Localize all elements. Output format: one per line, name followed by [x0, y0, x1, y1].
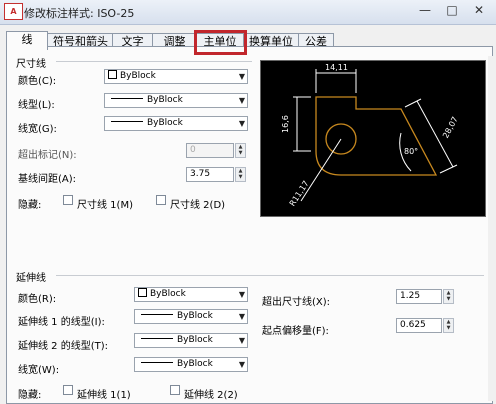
ext-linetype2-label: 延伸线 2 的线型(T):	[18, 341, 108, 352]
ext-color-label: 颜色(R):	[18, 294, 57, 305]
line-sample	[141, 362, 173, 363]
ext-linetype2-value: ByBlock	[177, 335, 213, 345]
extend-beyond-input[interactable]: 1.25	[396, 289, 442, 304]
chevron-down-icon: ▼	[238, 119, 245, 128]
dimension-lines	[293, 69, 458, 202]
extend-ticks-input[interactable]: 0	[186, 143, 234, 158]
ext-lines-group-title: 延伸线	[16, 273, 46, 284]
suppress-dim-line-2-checkbox[interactable]	[156, 195, 166, 205]
window-title: 修改标注样式: ISO-25	[24, 7, 135, 20]
dim-color-value: ByBlock	[120, 71, 156, 81]
suppress-dim-line-1-checkbox[interactable]	[63, 195, 73, 205]
suppress-ext-line-1-label: 延伸线 1(1)	[77, 390, 131, 401]
dim-suppress-label: 隐藏:	[18, 200, 42, 211]
suppress-dim-line-1-label: 尺寸线 1(M)	[77, 200, 133, 211]
offset-origin-stepper[interactable]: ▲ ▼	[443, 318, 454, 333]
ext-linetype2-select[interactable]: ByBlock ▼	[134, 333, 248, 348]
group-divider	[56, 275, 484, 276]
preview-dim-angle: 80°	[404, 147, 419, 156]
dim-lineweight-label: 线宽(G):	[18, 124, 57, 135]
dim-linetype-value: ByBlock	[147, 95, 183, 105]
dim-lines-group-title: 尺寸线	[16, 59, 46, 70]
preview-dim-left: 16,6	[281, 115, 290, 133]
ext-lineweight-select[interactable]: ByBlock ▼	[134, 357, 248, 372]
chevron-down-icon: ▼	[238, 360, 245, 369]
app-icon: A	[4, 3, 23, 20]
maximize-button[interactable]: □	[439, 3, 465, 19]
chevron-down-icon: ▼	[238, 72, 245, 81]
ext-lineweight-label: 线宽(W):	[18, 365, 60, 376]
highlight-box	[194, 30, 247, 55]
scrollbar[interactable]	[488, 56, 496, 401]
group-divider	[56, 61, 252, 62]
line-sample	[111, 98, 143, 99]
chevron-down-icon: ▼	[238, 96, 245, 105]
dim-lineweight-select[interactable]: ByBlock ▼	[104, 116, 248, 131]
suppress-dim-line-2-label: 尺寸线 2(D)	[170, 200, 226, 211]
part-outline	[315, 96, 438, 176]
chevron-down-icon: ▼	[238, 336, 245, 345]
preview-panel: 14,11 16,6 28,07 80° R11,17	[260, 60, 486, 217]
dim-lineweight-value: ByBlock	[147, 118, 183, 128]
color-swatch	[108, 70, 117, 79]
suppress-ext-line-1-checkbox[interactable]	[63, 385, 73, 395]
baseline-spacing-input[interactable]: 3.75	[186, 167, 234, 182]
ext-linetype1-label: 延伸线 1 的线型(I):	[18, 317, 105, 328]
extend-beyond-stepper[interactable]: ▲ ▼	[443, 289, 454, 304]
suppress-ext-line-2-label: 延伸线 2(2)	[184, 390, 238, 401]
color-swatch	[138, 288, 147, 297]
ext-lineweight-value: ByBlock	[177, 359, 213, 369]
dim-linetype-select[interactable]: ByBlock ▼	[104, 93, 248, 108]
offset-origin-input[interactable]: 0.625	[396, 318, 442, 333]
extend-beyond-label: 超出尺寸线(X):	[262, 297, 331, 308]
dim-color-label: 颜色(C):	[18, 76, 57, 87]
suppress-ext-line-2-checkbox[interactable]	[170, 385, 180, 395]
preview-dim-top: 14,11	[325, 63, 348, 72]
baseline-spacing-label: 基线间距(A):	[18, 174, 77, 185]
dim-linetype-label: 线型(L):	[18, 100, 55, 111]
line-sample	[141, 314, 173, 315]
tab-lines[interactable]: 线	[6, 31, 48, 50]
ext-linetype1-select[interactable]: ByBlock ▼	[134, 309, 248, 324]
close-button[interactable]: ✕	[466, 3, 492, 19]
ext-linetype1-value: ByBlock	[177, 311, 213, 321]
ext-color-value: ByBlock	[150, 289, 186, 299]
ext-suppress-label: 隐藏:	[18, 390, 42, 401]
ext-color-select[interactable]: ByBlock ▼	[134, 287, 248, 302]
dim-color-select[interactable]: ByBlock ▼	[104, 69, 248, 84]
chevron-down-icon: ▼	[238, 290, 245, 299]
line-sample	[111, 121, 143, 122]
baseline-spacing-stepper[interactable]: ▲ ▼	[235, 167, 246, 182]
extend-ticks-label: 超出标记(N):	[18, 150, 77, 161]
line-sample	[141, 338, 173, 339]
offset-origin-label: 起点偏移量(F):	[262, 326, 329, 337]
extend-ticks-stepper[interactable]: ▲ ▼	[235, 143, 246, 158]
chevron-down-icon: ▼	[238, 312, 245, 321]
minimize-button[interactable]: —	[412, 3, 438, 19]
